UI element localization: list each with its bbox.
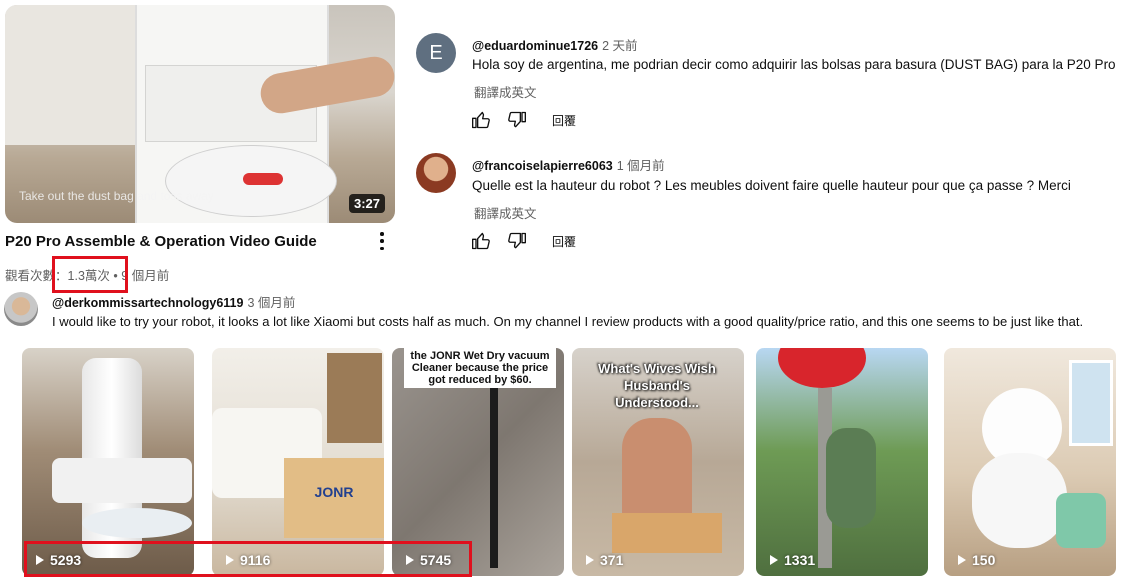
video-thumbnail[interactable]: Take out the dust bag and toss away 3:27: [5, 5, 395, 223]
comment-time[interactable]: 3 個月前: [247, 296, 295, 310]
short-views-count: 1331: [784, 552, 816, 568]
avatar[interactable]: [416, 153, 456, 193]
comment-author[interactable]: @derkommissartechnology6119 3 個月前: [52, 292, 295, 311]
short-vacuum: [490, 388, 498, 568]
short-views-count: 150: [972, 552, 996, 568]
translate-link[interactable]: 翻譯成英文: [474, 82, 537, 101]
short-shelf: [327, 353, 382, 443]
comment-text: Quelle est la hauteur du robot ? Les meu…: [472, 178, 1071, 193]
video-age: 9 個月前: [121, 269, 170, 283]
thumbnail-caption: Take out the dust bag and toss away: [19, 189, 214, 203]
comment-text: I would like to try your robot, it looks…: [52, 314, 1084, 329]
comment-handle[interactable]: @eduardominue1726: [472, 39, 598, 53]
avatar-letter: E: [429, 41, 443, 64]
short-person: [622, 418, 692, 528]
translate-link[interactable]: 翻譯成英文: [474, 203, 537, 222]
short-views-count: 371: [600, 552, 624, 568]
comment-handle[interactable]: @derkommissartechnology6119: [52, 296, 243, 310]
reply-button[interactable]: 回覆: [552, 112, 576, 129]
thumb-up-icon[interactable]: [470, 110, 492, 130]
comment-handle[interactable]: @francoiselapierre6063: [472, 159, 613, 173]
video-duration-badge: 3:27: [348, 194, 385, 213]
play-icon: [586, 555, 594, 565]
short-window: [1069, 360, 1113, 446]
comment-time[interactable]: 2 天前: [602, 39, 637, 53]
comment-actions: 回覆: [470, 231, 576, 251]
thumb-down-icon[interactable]: [506, 110, 528, 130]
avatar[interactable]: [4, 292, 38, 326]
comment-text: Hola soy de argentina, me podrian decir …: [472, 57, 1116, 72]
play-icon: [958, 555, 966, 565]
short-views: 150: [958, 552, 995, 568]
short-board: [612, 513, 722, 553]
short-dog-body: [972, 453, 1067, 548]
thumb-down-icon[interactable]: [506, 231, 528, 251]
reply-button[interactable]: 回覆: [552, 233, 576, 250]
box-brand: JONR: [314, 484, 354, 500]
thumb-up-icon[interactable]: [470, 231, 492, 251]
short-banner: the JONR Wet Dry vacuum Cleaner because …: [404, 348, 556, 388]
views-prefix: 觀看次數: [5, 269, 56, 283]
highlight-box-short-views: [24, 541, 472, 577]
thumbnail-wall: [5, 5, 145, 145]
short-vacuum: [1056, 493, 1106, 548]
short-person: [826, 428, 876, 528]
short-sign: [778, 348, 866, 388]
thumbnail-robot-light: [243, 173, 283, 185]
short-card[interactable]: 150: [944, 348, 1116, 576]
comment-actions: 回覆: [470, 110, 576, 130]
comment-time[interactable]: 1 個月前: [617, 159, 665, 173]
comment-author[interactable]: @francoiselapierre6063 1 個月前: [472, 155, 665, 174]
short-box: JONR: [284, 458, 384, 538]
avatar[interactable]: E: [416, 33, 456, 73]
short-card[interactable]: What's Wives Wish Husband's Understood..…: [572, 348, 744, 576]
short-vacuum-head: [52, 458, 192, 503]
comment-author[interactable]: @eduardominue1726 2 天前: [472, 35, 638, 54]
highlight-box-views: [52, 256, 128, 293]
video-title[interactable]: P20 Pro Assemble & Operation Video Guide: [5, 233, 317, 250]
short-views: 1331: [770, 552, 815, 568]
play-icon: [770, 555, 778, 565]
short-card[interactable]: 1331: [756, 348, 928, 576]
short-spill: [82, 508, 192, 538]
kebab-menu-icon[interactable]: [373, 230, 391, 252]
short-overlay-text: What's Wives Wish Husband's Understood..…: [598, 361, 716, 410]
short-views: 371: [586, 552, 623, 568]
